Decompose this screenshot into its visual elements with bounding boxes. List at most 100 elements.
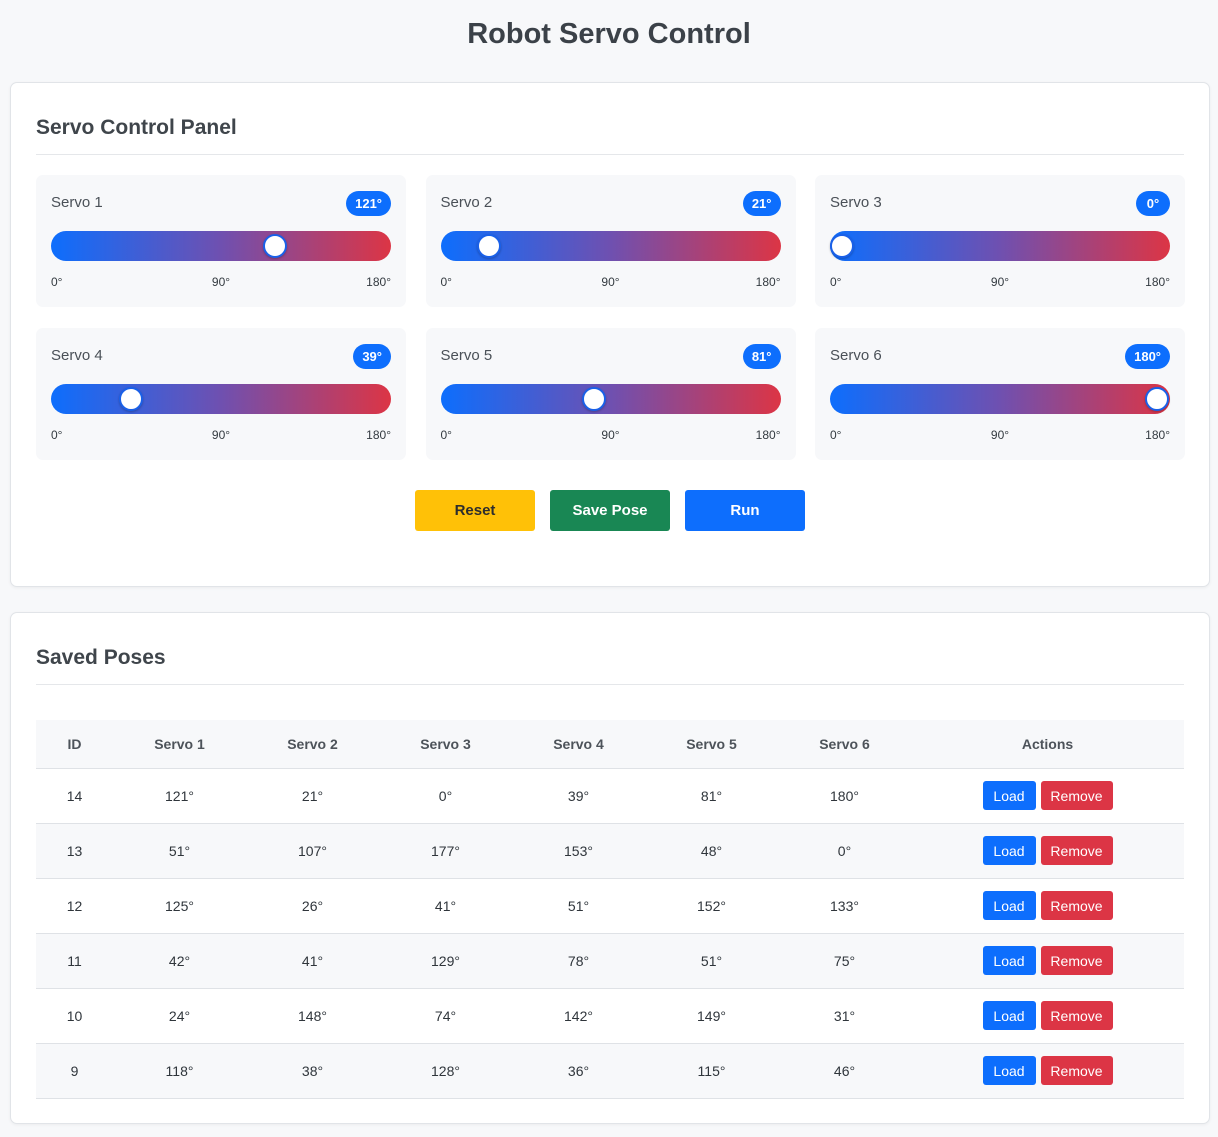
servo-value-badge: 21° [742,191,781,216]
slider-thumb[interactable] [262,234,287,258]
remove-pose-button[interactable]: Remove [1040,946,1113,975]
servo-1-angle-cell: 121° [113,768,246,824]
servo-3-angle-cell: 177° [379,823,512,879]
tick-min-label: 0° [440,428,452,442]
table-header-row: ID Servo 1 Servo 2 Servo 3 Servo 4 Servo… [36,720,1184,769]
servo-3-angle-cell: 74° [379,988,512,1044]
tick-mid-label: 90° [990,428,1010,442]
run-button[interactable]: Run [685,490,805,531]
remove-pose-button[interactable]: Remove [1040,891,1113,920]
table-row: 9 118° 38° 128° 36° 115° 46° Load Remove [36,1043,1184,1099]
slider-thumb[interactable] [119,387,144,411]
servo-name: Servo 1 [51,194,103,211]
actions-cell: Load Remove [911,933,1184,989]
servo-6-angle-cell: 31° [778,988,911,1044]
servo-card-6: Servo 6 180° 0° 90° 180° [815,328,1185,460]
servo-6-angle-cell: 0° [778,823,911,879]
tick-mid-label: 90° [601,428,620,442]
servo-2-angle-cell: 26° [246,878,379,934]
servo-4-angle-cell: 51° [512,878,645,934]
servo-value-badge: 121° [346,191,391,216]
table-row: 13 51° 107° 177° 153° 48° 0° Load Remove [36,823,1184,879]
table-row: 12 125° 26° 41° 51° 152° 133° Load Remove [36,878,1184,934]
tick-min-label: 0° [830,428,842,442]
saved-poses-title: Saved Poses [36,646,166,669]
column-header-servo-6: Servo 6 [778,720,911,769]
servo-5-angle-cell: 152° [645,878,778,934]
servo-2-angle-cell: 41° [246,933,379,989]
servo-1-angle-cell: 24° [113,988,246,1044]
slider-thumb[interactable] [830,234,854,258]
reset-button[interactable]: Reset [415,490,535,531]
servo-6-slider[interactable] [830,384,1170,414]
servo-card-1: Servo 1 121° 0° 90° 180° [36,175,406,307]
slider-thumb[interactable] [1145,387,1169,411]
load-pose-button[interactable]: Load [982,1001,1036,1030]
servo-1-angle-cell: 51° [113,823,246,879]
load-pose-button[interactable]: Load [982,836,1036,865]
load-pose-button[interactable]: Load [982,781,1036,810]
servo-2-angle-cell: 148° [246,988,379,1044]
pose-id-cell: 9 [36,1043,113,1099]
servo-6-angle-cell: 133° [778,878,911,934]
servo-name: Servo 3 [830,194,882,211]
tick-min-label: 0° [440,275,452,289]
column-header-servo-3: Servo 3 [379,720,512,769]
table-row: 10 24° 148° 74° 142° 149° 31° Load Remove [36,988,1184,1044]
actions-cell: Load Remove [911,988,1184,1044]
servo-6-angle-cell: 75° [778,933,911,989]
load-pose-button[interactable]: Load [982,1056,1036,1085]
servo-5-slider[interactable] [440,384,781,414]
servo-6-angle-cell: 180° [778,768,911,824]
servo-1-slider[interactable] [51,231,391,261]
servo-4-angle-cell: 78° [512,933,645,989]
actions-cell: Load Remove [911,768,1184,824]
remove-pose-button[interactable]: Remove [1040,836,1113,865]
remove-pose-button[interactable]: Remove [1040,1056,1113,1085]
saved-poses-table: ID Servo 1 Servo 2 Servo 3 Servo 4 Servo… [36,720,1184,1099]
tick-max-label: 180° [1145,428,1170,442]
column-header-servo-4: Servo 4 [512,720,645,769]
servo-value-badge: 81° [742,344,781,369]
servo-5-angle-cell: 51° [645,933,778,989]
servo-card-4: Servo 4 39° 0° 90° 180° [36,328,406,460]
servo-4-angle-cell: 39° [512,768,645,824]
pose-id-cell: 12 [36,878,113,934]
servo-4-angle-cell: 153° [512,823,645,879]
slider-thumb[interactable] [582,387,607,411]
pose-id-cell: 10 [36,988,113,1044]
column-header-servo-2: Servo 2 [246,720,379,769]
servo-2-angle-cell: 38° [246,1043,379,1099]
servo-4-slider[interactable] [51,384,391,414]
column-header-servo-5: Servo 5 [645,720,778,769]
servo-2-angle-cell: 107° [246,823,379,879]
tick-max-label: 180° [366,428,391,442]
remove-pose-button[interactable]: Remove [1040,1001,1113,1030]
actions-cell: Load Remove [911,1043,1184,1099]
remove-pose-button[interactable]: Remove [1040,781,1113,810]
column-header-id: ID [36,720,113,769]
tick-max-label: 180° [755,275,781,289]
servo-2-angle-cell: 21° [246,768,379,824]
servo-card-5: Servo 5 81° 0° 90° 180° [425,328,796,460]
servo-3-slider[interactable] [830,231,1170,261]
pose-id-cell: 14 [36,768,113,824]
tick-min-label: 0° [51,428,63,442]
servo-grid: Servo 1 121° 0° 90° 180° Servo 2 21° 0° … [36,175,1185,460]
control-panel-title: Servo Control Panel [36,116,237,139]
servo-6-angle-cell: 46° [778,1043,911,1099]
control-buttons: Reset Save Pose Run [11,490,1209,531]
save-pose-button[interactable]: Save Pose [550,490,670,531]
table-row: 14 121° 21° 0° 39° 81° 180° Load Remove [36,768,1184,824]
slider-thumb[interactable] [477,234,502,258]
load-pose-button[interactable]: Load [982,946,1036,975]
load-pose-button[interactable]: Load [982,891,1036,920]
actions-cell: Load Remove [911,878,1184,934]
servo-2-slider[interactable] [440,231,781,261]
tick-min-label: 0° [830,275,842,289]
tick-mid-label: 90° [211,275,231,289]
table-row: 11 42° 41° 129° 78° 51° 75° Load Remove [36,933,1184,989]
servo-4-angle-cell: 142° [512,988,645,1044]
tick-max-label: 180° [1145,275,1170,289]
servo-value-badge: 180° [1125,344,1170,369]
